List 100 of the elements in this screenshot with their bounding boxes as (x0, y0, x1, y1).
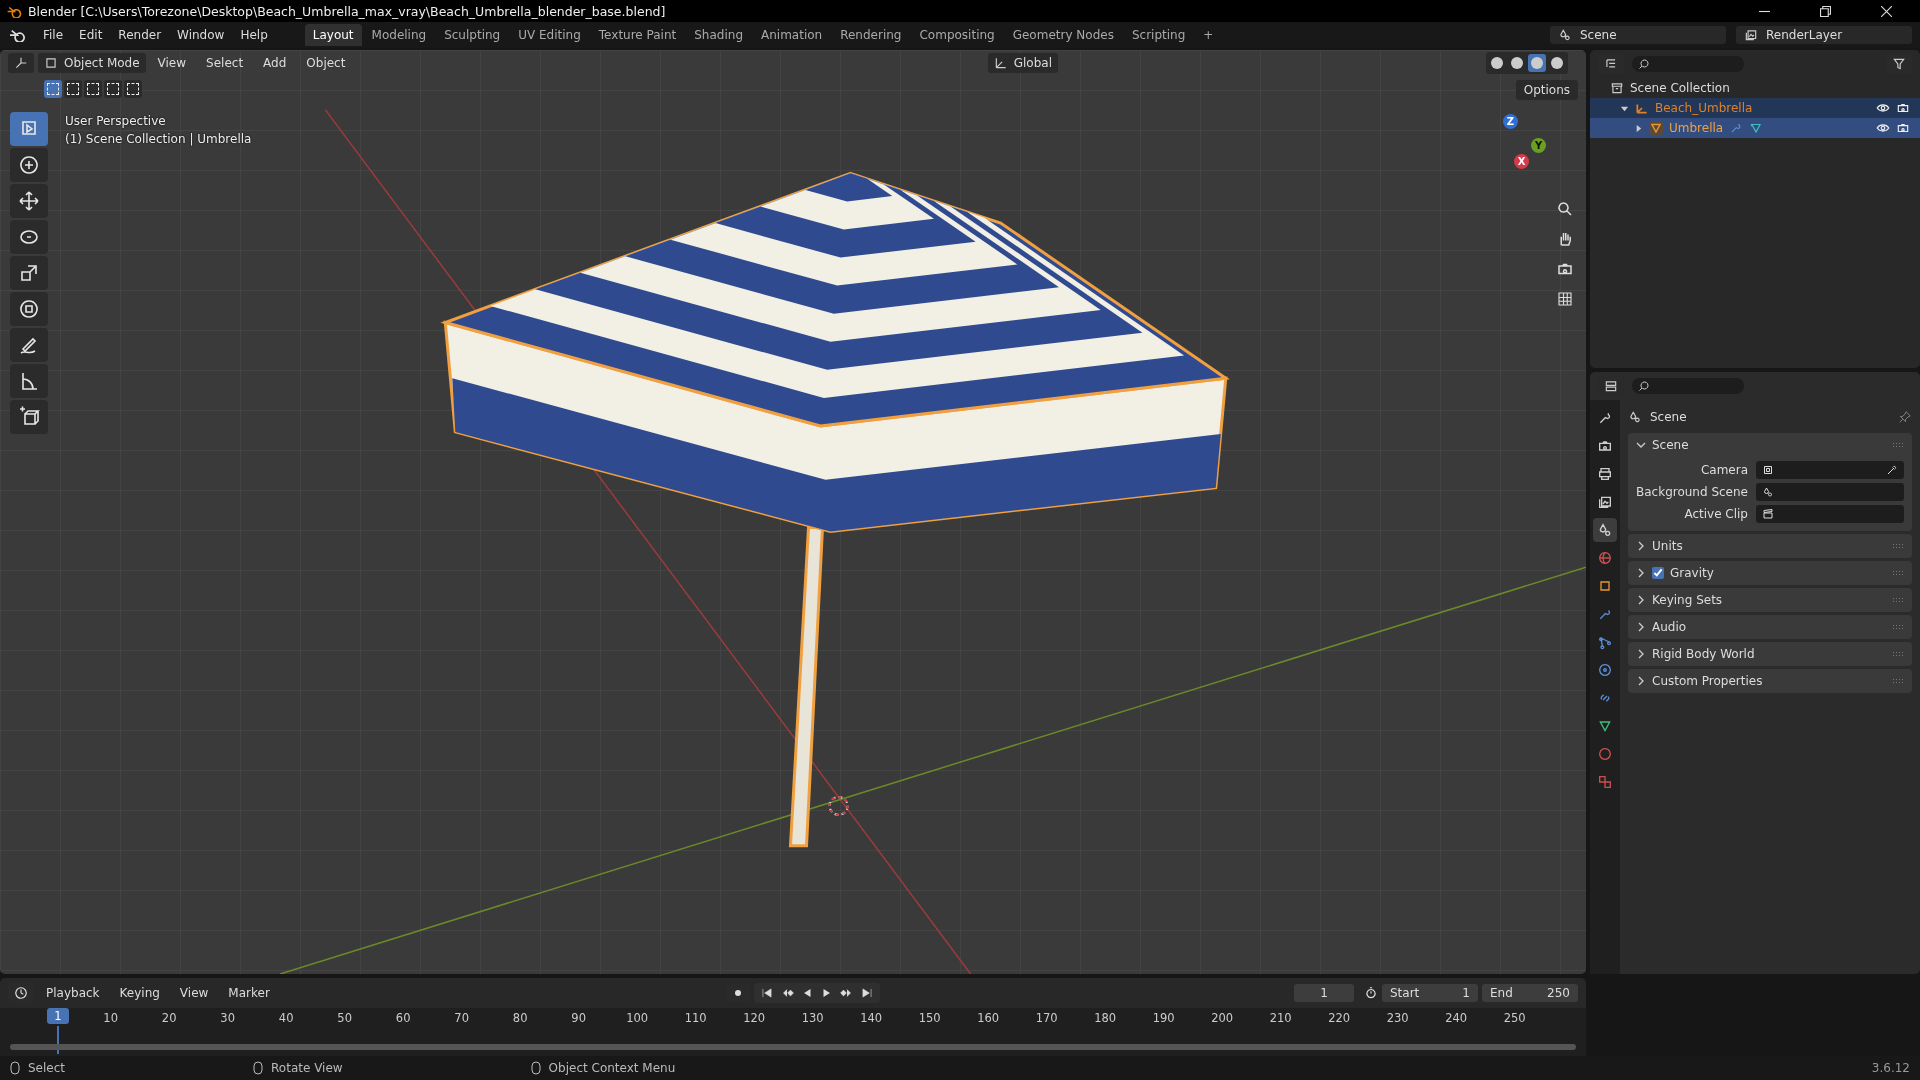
panel-title[interactable]: Custom Properties (1652, 674, 1763, 688)
tool-button[interactable] (10, 220, 48, 254)
jump-end-icon[interactable] (859, 986, 874, 1000)
blender-logo-icon[interactable] (8, 28, 26, 42)
selection-mode-button[interactable] (84, 80, 102, 98)
selection-mode-button[interactable] (64, 80, 82, 98)
chevron-icon[interactable] (1636, 541, 1646, 551)
view-layer-selector[interactable]: RenderLayer (1736, 26, 1912, 44)
workspace-tab[interactable]: Modeling (363, 24, 435, 46)
panel-title[interactable]: Units (1652, 539, 1683, 553)
orientation-dropdown[interactable]: Global (987, 53, 1058, 73)
camera-icon[interactable] (1896, 121, 1910, 135)
workspace-tab[interactable]: Scripting (1123, 24, 1194, 46)
tool-button[interactable] (10, 184, 48, 218)
image-icon (1744, 28, 1758, 42)
close-icon[interactable] (1881, 5, 1892, 17)
pin-icon[interactable] (1898, 410, 1912, 424)
workspace-tab[interactable]: Animation (753, 24, 831, 46)
menu-item[interactable]: File (36, 25, 71, 45)
chevron-icon[interactable] (1636, 440, 1646, 450)
search-field[interactable] (1632, 378, 1744, 394)
workspace-tab[interactable]: UV Editing (510, 24, 589, 46)
expand-arrow-icon[interactable] (1634, 123, 1643, 133)
scene-selector[interactable]: Scene (1550, 26, 1726, 44)
tool-button[interactable] (10, 364, 48, 398)
workspace-tab[interactable]: Layout (304, 24, 362, 46)
stopwatch-icon[interactable] (1364, 986, 1378, 1000)
axis-handle[interactable]: Z (1503, 114, 1518, 129)
selection-mode-button[interactable] (104, 80, 122, 98)
workspace-tab[interactable]: Compositing (911, 24, 1003, 46)
panel-title[interactable]: Rigid Body World (1652, 647, 1755, 661)
zoom-icon[interactable] (1556, 200, 1574, 218)
panel-title[interactable]: Gravity (1670, 566, 1714, 580)
panel-title[interactable]: Scene (1652, 438, 1689, 452)
umbrella-drawing[interactable] (440, 171, 1230, 848)
triangle-icon[interactable] (1749, 121, 1764, 135)
selection-mode-button[interactable] (124, 80, 142, 98)
eyedropper-icon[interactable] (1886, 464, 1898, 476)
timeline-menu[interactable]: View (171, 983, 217, 1003)
chevron-icon[interactable] (1636, 595, 1646, 605)
chevron-icon[interactable] (1636, 649, 1646, 659)
scrollbar[interactable] (10, 1044, 1576, 1050)
add-workspace-button[interactable]: + (1195, 24, 1222, 46)
scene-collection-label[interactable]: Scene Collection (1630, 81, 1730, 95)
timeline-menu[interactable]: Keying (111, 983, 168, 1003)
current-frame-field[interactable]: 1 (1294, 984, 1354, 1002)
editor-type-button[interactable] (8, 53, 34, 73)
menu-item[interactable]: Render (111, 25, 169, 45)
selection-mode-button[interactable] (44, 80, 62, 98)
start-frame-field[interactable]: Start 1 (1382, 984, 1478, 1002)
menu-item[interactable]: Edit (72, 25, 110, 45)
viewport-menu[interactable]: Add (255, 53, 295, 73)
search-field[interactable] (1632, 56, 1744, 72)
timeline-menu[interactable]: Playback (38, 983, 108, 1003)
workspace-tab[interactable]: Sculpting (436, 24, 509, 46)
3d-cursor-icon[interactable] (828, 795, 849, 816)
tool-button[interactable] (10, 148, 48, 182)
workspace-tab[interactable]: Shading (686, 24, 751, 46)
id-field[interactable] (1756, 483, 1904, 501)
next-keyframe-icon[interactable] (839, 986, 854, 1000)
playhead[interactable]: 1 (47, 1008, 69, 1024)
options-dropdown[interactable]: Options (1515, 80, 1578, 100)
viewport-menu[interactable]: Select (198, 53, 252, 73)
droplet-icon (1597, 522, 1613, 538)
workspace-tab[interactable]: Rendering (832, 24, 910, 46)
viewport-menu[interactable]: Object (298, 53, 354, 73)
eye-icon[interactable] (1876, 101, 1890, 115)
axis-handle[interactable]: Y (1531, 138, 1546, 153)
chevron-icon[interactable] (1636, 622, 1646, 632)
tool-button[interactable] (10, 400, 48, 434)
panel-title[interactable]: Audio (1652, 620, 1687, 634)
chevron-icon[interactable] (1636, 676, 1646, 686)
camera-icon[interactable] (1896, 101, 1910, 115)
shading-mode-button[interactable] (1528, 54, 1546, 72)
axis-handle[interactable]: X (1514, 154, 1529, 169)
funnel-icon (1892, 57, 1906, 71)
workspace-tab[interactable]: Texture Paint (590, 24, 685, 46)
jump-start-icon[interactable] (759, 986, 774, 1000)
outliner-row[interactable]: Umbrella (1590, 118, 1920, 138)
menu-item[interactable]: Help (233, 25, 275, 45)
menu-item[interactable]: Window (170, 25, 232, 45)
checkbox[interactable] (1652, 567, 1664, 579)
tool-button[interactable] (10, 292, 48, 326)
viewport-menu[interactable]: View (149, 53, 195, 73)
id-field[interactable] (1756, 505, 1904, 523)
id-field[interactable] (1756, 461, 1904, 479)
grid-icon[interactable] (1556, 290, 1574, 308)
workspace-tab[interactable]: Geometry Nodes (1004, 24, 1122, 46)
eye-icon[interactable] (1876, 121, 1890, 135)
properties-tab[interactable] (1593, 518, 1617, 542)
panel-title[interactable]: Keying Sets (1652, 593, 1723, 607)
timeline-menu[interactable]: Marker (220, 983, 278, 1003)
chevron-icon[interactable] (1636, 568, 1646, 578)
outliner-row[interactable]: Beach_Umbrella (1590, 98, 1920, 118)
end-frame-field[interactable]: End 250 (1482, 984, 1578, 1002)
mode-dropdown[interactable]: Object Mode (38, 53, 146, 73)
tool-button[interactable] (10, 256, 48, 290)
3d-viewport[interactable]: Object Mode View Select Add Object Global Options User Perspective (1) Scene Collection | Umbrella Z Y X (0, 50, 1586, 974)
tool-button[interactable] (10, 328, 48, 362)
restore-icon[interactable] (1820, 5, 1831, 17)
